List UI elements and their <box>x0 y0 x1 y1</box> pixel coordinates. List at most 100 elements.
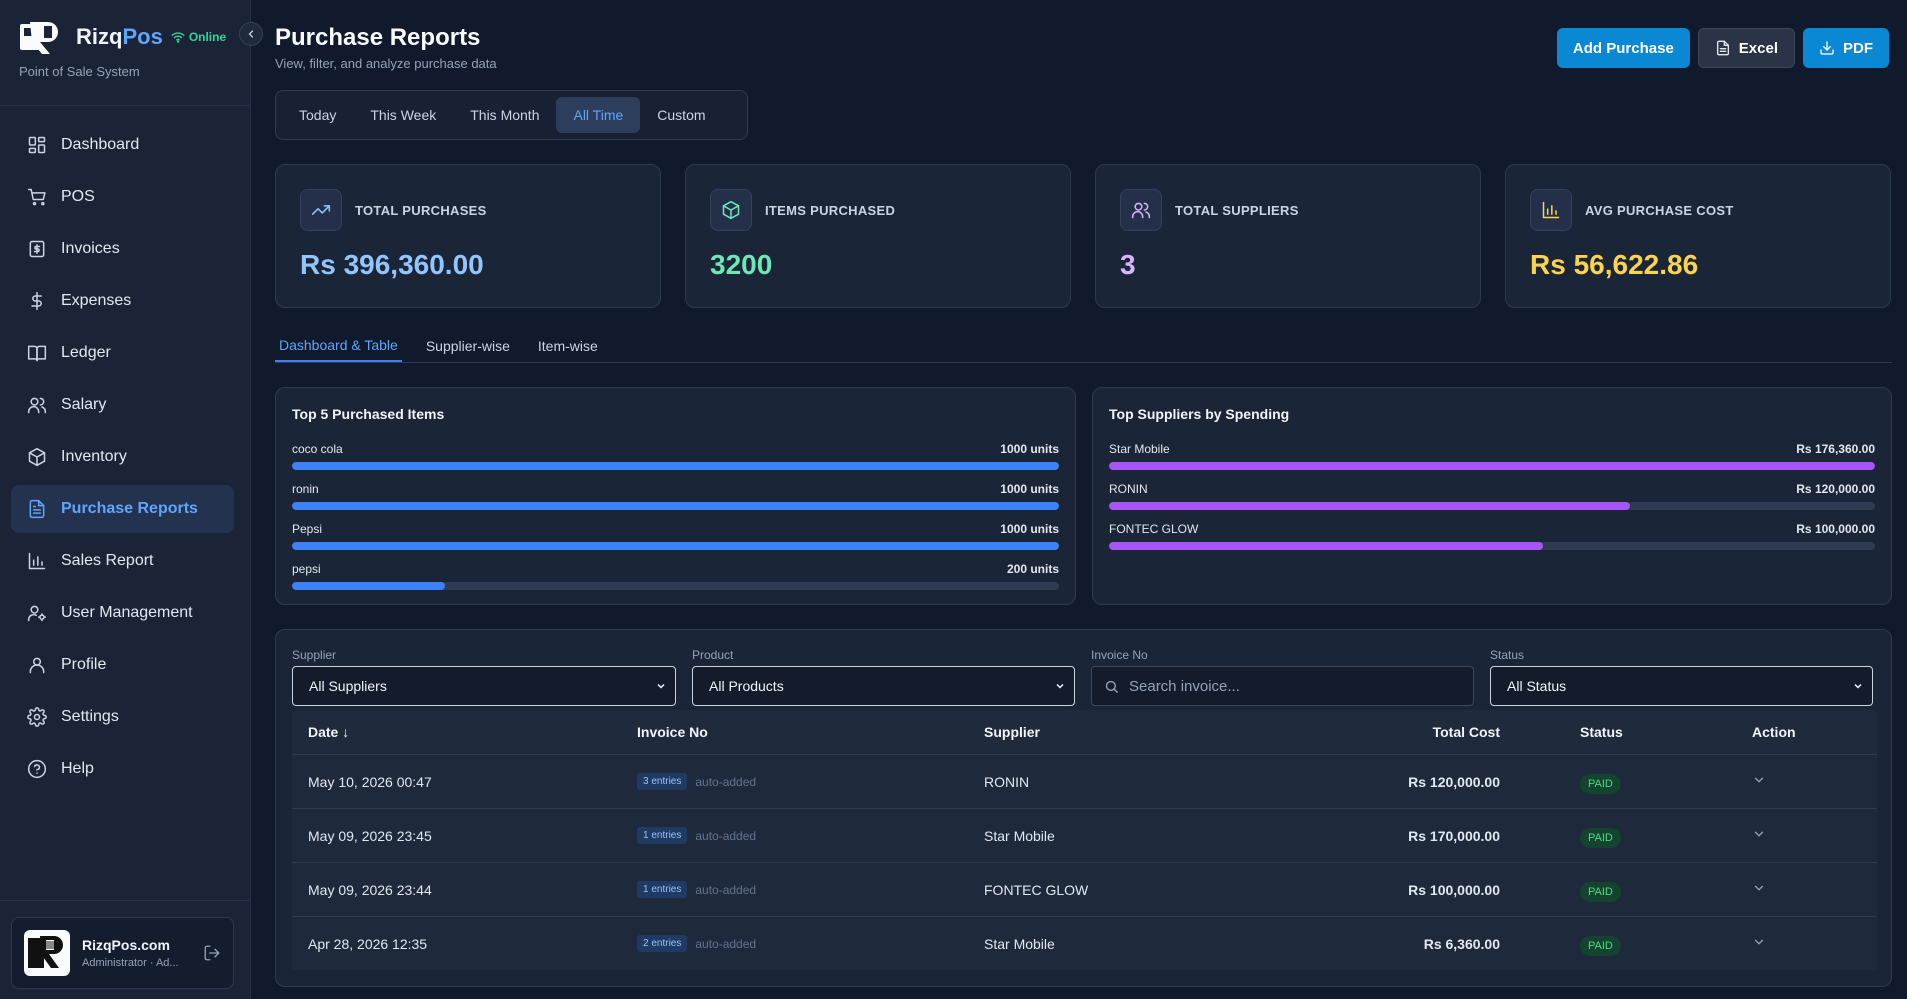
sidebar-item-expenses[interactable]: Expenses <box>11 277 234 325</box>
sidebar-item-sales-report[interactable]: Sales Report <box>11 537 234 585</box>
invoice-search-input[interactable]: Search invoice... <box>1091 666 1474 706</box>
chevron-down-icon <box>1754 939 1764 945</box>
add-purchase-button[interactable]: Add Purchase <box>1556 28 1690 68</box>
supplier-filter-label: Supplier <box>292 648 337 662</box>
search-icon <box>1105 680 1118 693</box>
cost-cell: Rs 100,000.00 <box>1408 881 1500 898</box>
sidebar-item-label: Expenses <box>61 292 132 309</box>
logout-icon[interactable] <box>203 944 221 966</box>
sidebar-item-profile[interactable]: Profile <box>11 641 234 689</box>
sidebar-item-purchase-reports[interactable]: Purchase Reports <box>11 485 234 533</box>
bar-chart-icon <box>1542 201 1560 219</box>
status-select[interactable]: All Status <box>1490 666 1873 706</box>
sidebar-item-label: Purchase Reports <box>61 500 198 517</box>
brand[interactable]: RizqPos Online <box>18 18 226 56</box>
panel-title: Top 5 Purchased Items <box>292 406 445 422</box>
collapse-sidebar-button[interactable] <box>239 22 263 46</box>
trend-up-icon <box>311 205 331 215</box>
action-cell <box>1680 881 1877 898</box>
bar-row: ronin 1000 units <box>292 482 1059 522</box>
range-tab-all-time[interactable]: All Time <box>556 97 641 133</box>
date-cell: May 10, 2026 00:47 <box>308 773 432 790</box>
view-tab-supplier-wise[interactable]: Supplier-wise <box>422 330 514 362</box>
download-icon <box>1820 41 1834 55</box>
sidebar-item-salary[interactable]: Salary <box>11 381 234 429</box>
expand-row-button[interactable] <box>1752 774 1766 790</box>
table-row[interactable]: May 09, 2026 23:44 1 entries auto-added FON… <box>292 862 1877 916</box>
status-badge: PAID <box>1580 773 1621 794</box>
bar-value: Rs 120,000.00 <box>1796 482 1875 496</box>
expand-row-button[interactable] <box>1752 936 1766 952</box>
supplier-select[interactable]: All Suppliers <box>292 666 676 706</box>
sidebar-item-label: Inventory <box>61 448 127 465</box>
action-cell <box>1680 935 1877 952</box>
view-tab-dashboard-table[interactable]: Dashboard & Table <box>275 330 402 362</box>
table-header: Date ↓ Invoice No Supplier Total Cost St… <box>292 710 1877 754</box>
cost-column-header: Total Cost <box>1432 724 1500 740</box>
bar-track <box>292 462 1059 470</box>
view-tab-item-wise[interactable]: Item-wise <box>534 330 602 362</box>
bar-row: Star Mobile Rs 176,360.00 <box>1109 442 1875 482</box>
range-tab-custom[interactable]: Custom <box>640 97 722 133</box>
invoice-cell: 2 entries auto-added <box>637 935 984 952</box>
sidebar-item-inventory[interactable]: Inventory <box>11 433 234 481</box>
table-body: May 10, 2026 00:47 3 entries auto-added RON… <box>292 754 1877 970</box>
expand-row-button[interactable] <box>1752 828 1766 844</box>
excel-button[interactable]: Excel <box>1697 28 1795 68</box>
page-title: Purchase Reports <box>275 24 481 51</box>
expand-row-button[interactable] <box>1752 882 1766 898</box>
bar-fill <box>1109 462 1875 470</box>
bar-track <box>292 582 1059 590</box>
range-tab-this-week[interactable]: This Week <box>353 97 453 133</box>
stat-icon-box <box>300 189 342 231</box>
table-row[interactable]: May 09, 2026 23:45 1 entries auto-added Sta… <box>292 808 1877 862</box>
sidebar-item-label: Settings <box>61 708 119 725</box>
dashboard-icon <box>28 136 46 154</box>
range-tab-today[interactable]: Today <box>282 97 353 133</box>
sidebar-item-help[interactable]: Help <box>11 745 234 793</box>
invoice-note: auto-added <box>695 936 757 951</box>
stat-card: AVG PURCHASE COST Rs 56,622.86 <box>1505 164 1891 308</box>
invoice-column-header: Invoice No <box>637 724 708 740</box>
chevron-down-icon <box>1754 777 1764 783</box>
stat-icon-box <box>1120 189 1162 231</box>
panel-title: Top Suppliers by Spending <box>1109 406 1290 422</box>
supplier-cell: RONIN <box>984 773 1030 790</box>
status-cell: PAID <box>1500 773 1680 794</box>
sidebar-item-dashboard[interactable]: Dashboard <box>11 121 234 169</box>
bar-track <box>292 502 1059 510</box>
top-suppliers-panel: Top Suppliers by Spending Star Mobile Rs … <box>1092 387 1892 605</box>
sidebar-nav: Dashboard POS Invoices Expenses Ledger Salary… <box>11 121 234 797</box>
sidebar-item-ledger[interactable]: Ledger <box>11 329 234 377</box>
user-name: RizqPos.com <box>82 937 170 953</box>
sidebar-item-user-management[interactable]: User Management <box>11 589 234 637</box>
date-column-header[interactable]: Date ↓ <box>292 724 637 740</box>
action-column-header: Action <box>1752 724 1796 740</box>
sidebar-item-settings[interactable]: Settings <box>11 693 234 741</box>
sidebar-item-label: Invoices <box>61 240 120 257</box>
date-cell: Apr 28, 2026 12:35 <box>308 935 428 952</box>
user-card[interactable]: RizqPos.com Administrator · Ad... <box>11 917 234 989</box>
sidebar-item-pos[interactable]: POS <box>11 173 234 221</box>
stat-value: 3 <box>1120 249 1136 280</box>
table-row[interactable]: May 10, 2026 00:47 3 entries auto-added RON… <box>292 754 1877 808</box>
table-row[interactable]: Apr 28, 2026 12:35 2 entries auto-added Sta… <box>292 916 1877 970</box>
cost-cell: Rs 120,000.00 <box>1408 773 1500 790</box>
bar-value: Rs 100,000.00 <box>1796 522 1875 536</box>
invoice-note: auto-added <box>695 828 757 843</box>
stat-card: ITEMS PURCHASED 3200 <box>685 164 1071 308</box>
sidebar-item-label: Profile <box>61 656 107 673</box>
invoice-cell: 3 entries auto-added <box>637 773 984 790</box>
chevron-down-icon <box>1754 831 1764 837</box>
invoice-note: auto-added <box>695 882 757 897</box>
range-tab-this-month[interactable]: This Month <box>453 97 556 133</box>
product-select[interactable]: All Products <box>692 666 1075 706</box>
sidebar-item-invoices[interactable]: Invoices <box>11 225 234 273</box>
stat-label: AVG PURCHASE COST <box>1585 203 1734 218</box>
gear-icon <box>27 707 47 727</box>
status-filter-label: Status <box>1490 648 1525 662</box>
pdf-button[interactable]: PDF <box>1803 28 1889 68</box>
purchases-table: Date ↓ Invoice No Supplier Total Cost St… <box>292 710 1877 970</box>
chevron-left-icon <box>248 30 254 38</box>
brand-name: RizqPos <box>76 24 163 49</box>
